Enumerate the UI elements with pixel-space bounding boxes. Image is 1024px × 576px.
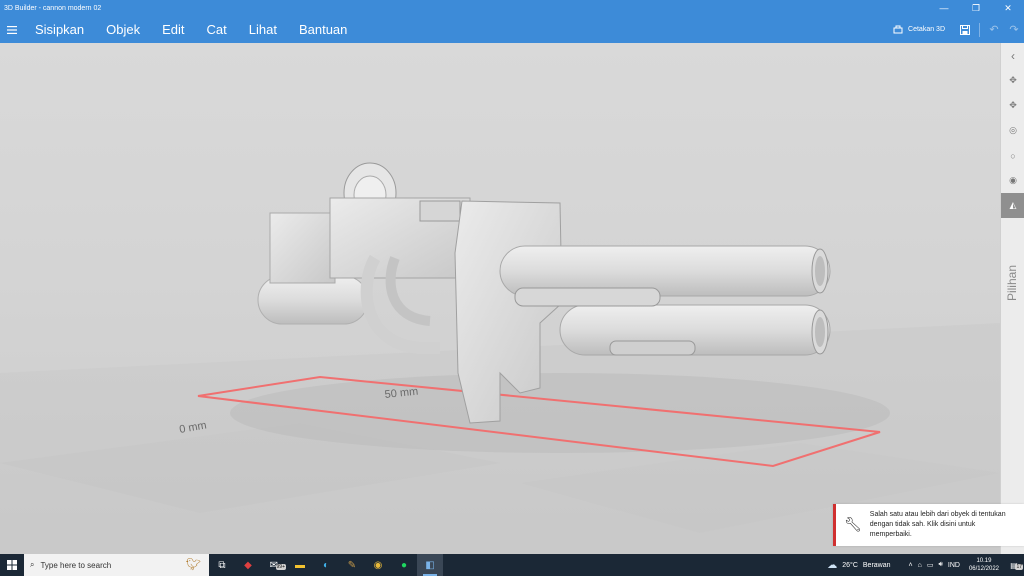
search-icon: ⌕ bbox=[30, 560, 35, 569]
close-button[interactable]: ✕ bbox=[992, 0, 1024, 16]
print-3d-button[interactable]: Cetakan 3D bbox=[883, 25, 955, 35]
menu-edit[interactable]: Edit bbox=[151, 16, 195, 43]
search-placeholder: Type here to search bbox=[40, 560, 112, 570]
system-tray: ☁ 26°C Berawan ˄ ⌂ ▭ 🔊︎ IND bbox=[827, 560, 964, 571]
chevron-up-icon[interactable]: ˄ bbox=[909, 562, 913, 569]
mail-icon[interactable]: ✉ 99+ bbox=[261, 554, 287, 576]
window-title: 3D Builder - cannon modern 02 bbox=[4, 4, 102, 12]
printer-icon bbox=[893, 25, 903, 33]
collapse-panel-icon[interactable]: ‹ bbox=[1001, 43, 1024, 68]
segmented-rod bbox=[514, 287, 661, 307]
network-icon[interactable]: ⌂ bbox=[918, 562, 922, 569]
chrome-icon[interactable]: ◉ bbox=[365, 554, 391, 576]
wrench-icon: 🔧︎ bbox=[844, 516, 862, 532]
weather-temp[interactable]: 26°C bbox=[842, 562, 858, 569]
menu-cat[interactable]: Cat bbox=[196, 16, 238, 43]
spotify-icon[interactable]: ● bbox=[391, 554, 417, 576]
heron-icon: 🐦︎ bbox=[185, 557, 201, 571]
rotate-tool-icon[interactable]: ✥ bbox=[1001, 93, 1024, 118]
3d-viewport[interactable]: 0 mm 50 mm bbox=[0, 43, 1000, 554]
maximize-button[interactable]: ❐ bbox=[960, 0, 992, 16]
selection-tool-icon[interactable]: ◭ bbox=[1001, 193, 1024, 218]
menu-objek[interactable]: Objek bbox=[95, 16, 151, 43]
outline-tool-icon[interactable]: ○ bbox=[1001, 143, 1024, 168]
language-indicator[interactable]: IND bbox=[948, 562, 960, 569]
print-3d-label: Cetakan 3D bbox=[908, 26, 945, 33]
menu-bantuan[interactable]: Bantuan bbox=[288, 16, 358, 43]
repair-notification[interactable]: 🔧︎ Salah satu atau lebih dari obyek di t… bbox=[833, 504, 1024, 546]
windows-start-icon[interactable] bbox=[0, 554, 24, 576]
options-label[interactable]: Pilihan bbox=[1005, 265, 1019, 301]
weather-desc[interactable]: Berawan bbox=[863, 562, 891, 569]
menu-bar: Sisipkan Objek Edit Cat Lihat Bantuan Ce… bbox=[0, 16, 1024, 43]
paint-tool-icon[interactable]: ◉ bbox=[1001, 168, 1024, 193]
weather-icon[interactable]: ☁ bbox=[827, 560, 837, 571]
scale-tool-icon[interactable]: ◎ bbox=[1001, 118, 1024, 143]
clock-time: 10.19 bbox=[976, 558, 992, 564]
move-tool-icon[interactable]: ✥ bbox=[1001, 68, 1024, 93]
app-icon-red[interactable]: ◆ bbox=[235, 554, 261, 576]
notification-count: 17 bbox=[1015, 564, 1023, 570]
taskbar-search[interactable]: ⌕ Type here to search 🐦︎ bbox=[24, 554, 209, 576]
notification-center-icon[interactable]: ▤ 17 bbox=[1004, 554, 1024, 576]
save-icon[interactable] bbox=[955, 16, 975, 43]
title-bar: 3D Builder - cannon modern 02 — ❐ ✕ bbox=[0, 0, 1024, 16]
notification-message: Salah satu atau lebih dari obyek di tent… bbox=[869, 511, 1006, 538]
redo-icon[interactable]: ↷ bbox=[1004, 16, 1024, 43]
minimize-button[interactable]: — bbox=[928, 0, 960, 16]
mail-badge: 99+ bbox=[275, 564, 286, 570]
rear-frame[interactable] bbox=[269, 212, 336, 284]
undo-icon[interactable]: ↶ bbox=[984, 16, 1004, 43]
hamburger-menu-icon[interactable] bbox=[0, 16, 24, 43]
clock[interactable]: 10.19 06/12/2022 bbox=[964, 557, 1004, 573]
right-panel: ‹ ✥ ✥ ◎ ○ ◉ ◭ Pilihan bbox=[1000, 43, 1024, 554]
edge-icon[interactable]: ◐ bbox=[313, 554, 339, 576]
volume-icon[interactable]: 🔊︎ bbox=[938, 561, 942, 569]
clock-date: 06/12/2022 bbox=[968, 566, 999, 572]
menu-lihat[interactable]: Lihat bbox=[238, 16, 288, 43]
menu-sisipkan[interactable]: Sisipkan bbox=[24, 16, 95, 43]
3d-builder-icon[interactable]: ◧ bbox=[417, 554, 443, 576]
file-explorer-icon[interactable]: ▬ bbox=[287, 554, 313, 576]
taskbar: ⌕ Type here to search 🐦︎ ⧉ ◆ ✉ 99+ ▬ ◐ ✎ … bbox=[0, 554, 1024, 576]
app-icon-feather[interactable]: ✎ bbox=[339, 554, 365, 576]
task-view-icon[interactable]: ⧉ bbox=[209, 554, 235, 576]
battery-icon[interactable]: ▭ bbox=[927, 561, 934, 569]
